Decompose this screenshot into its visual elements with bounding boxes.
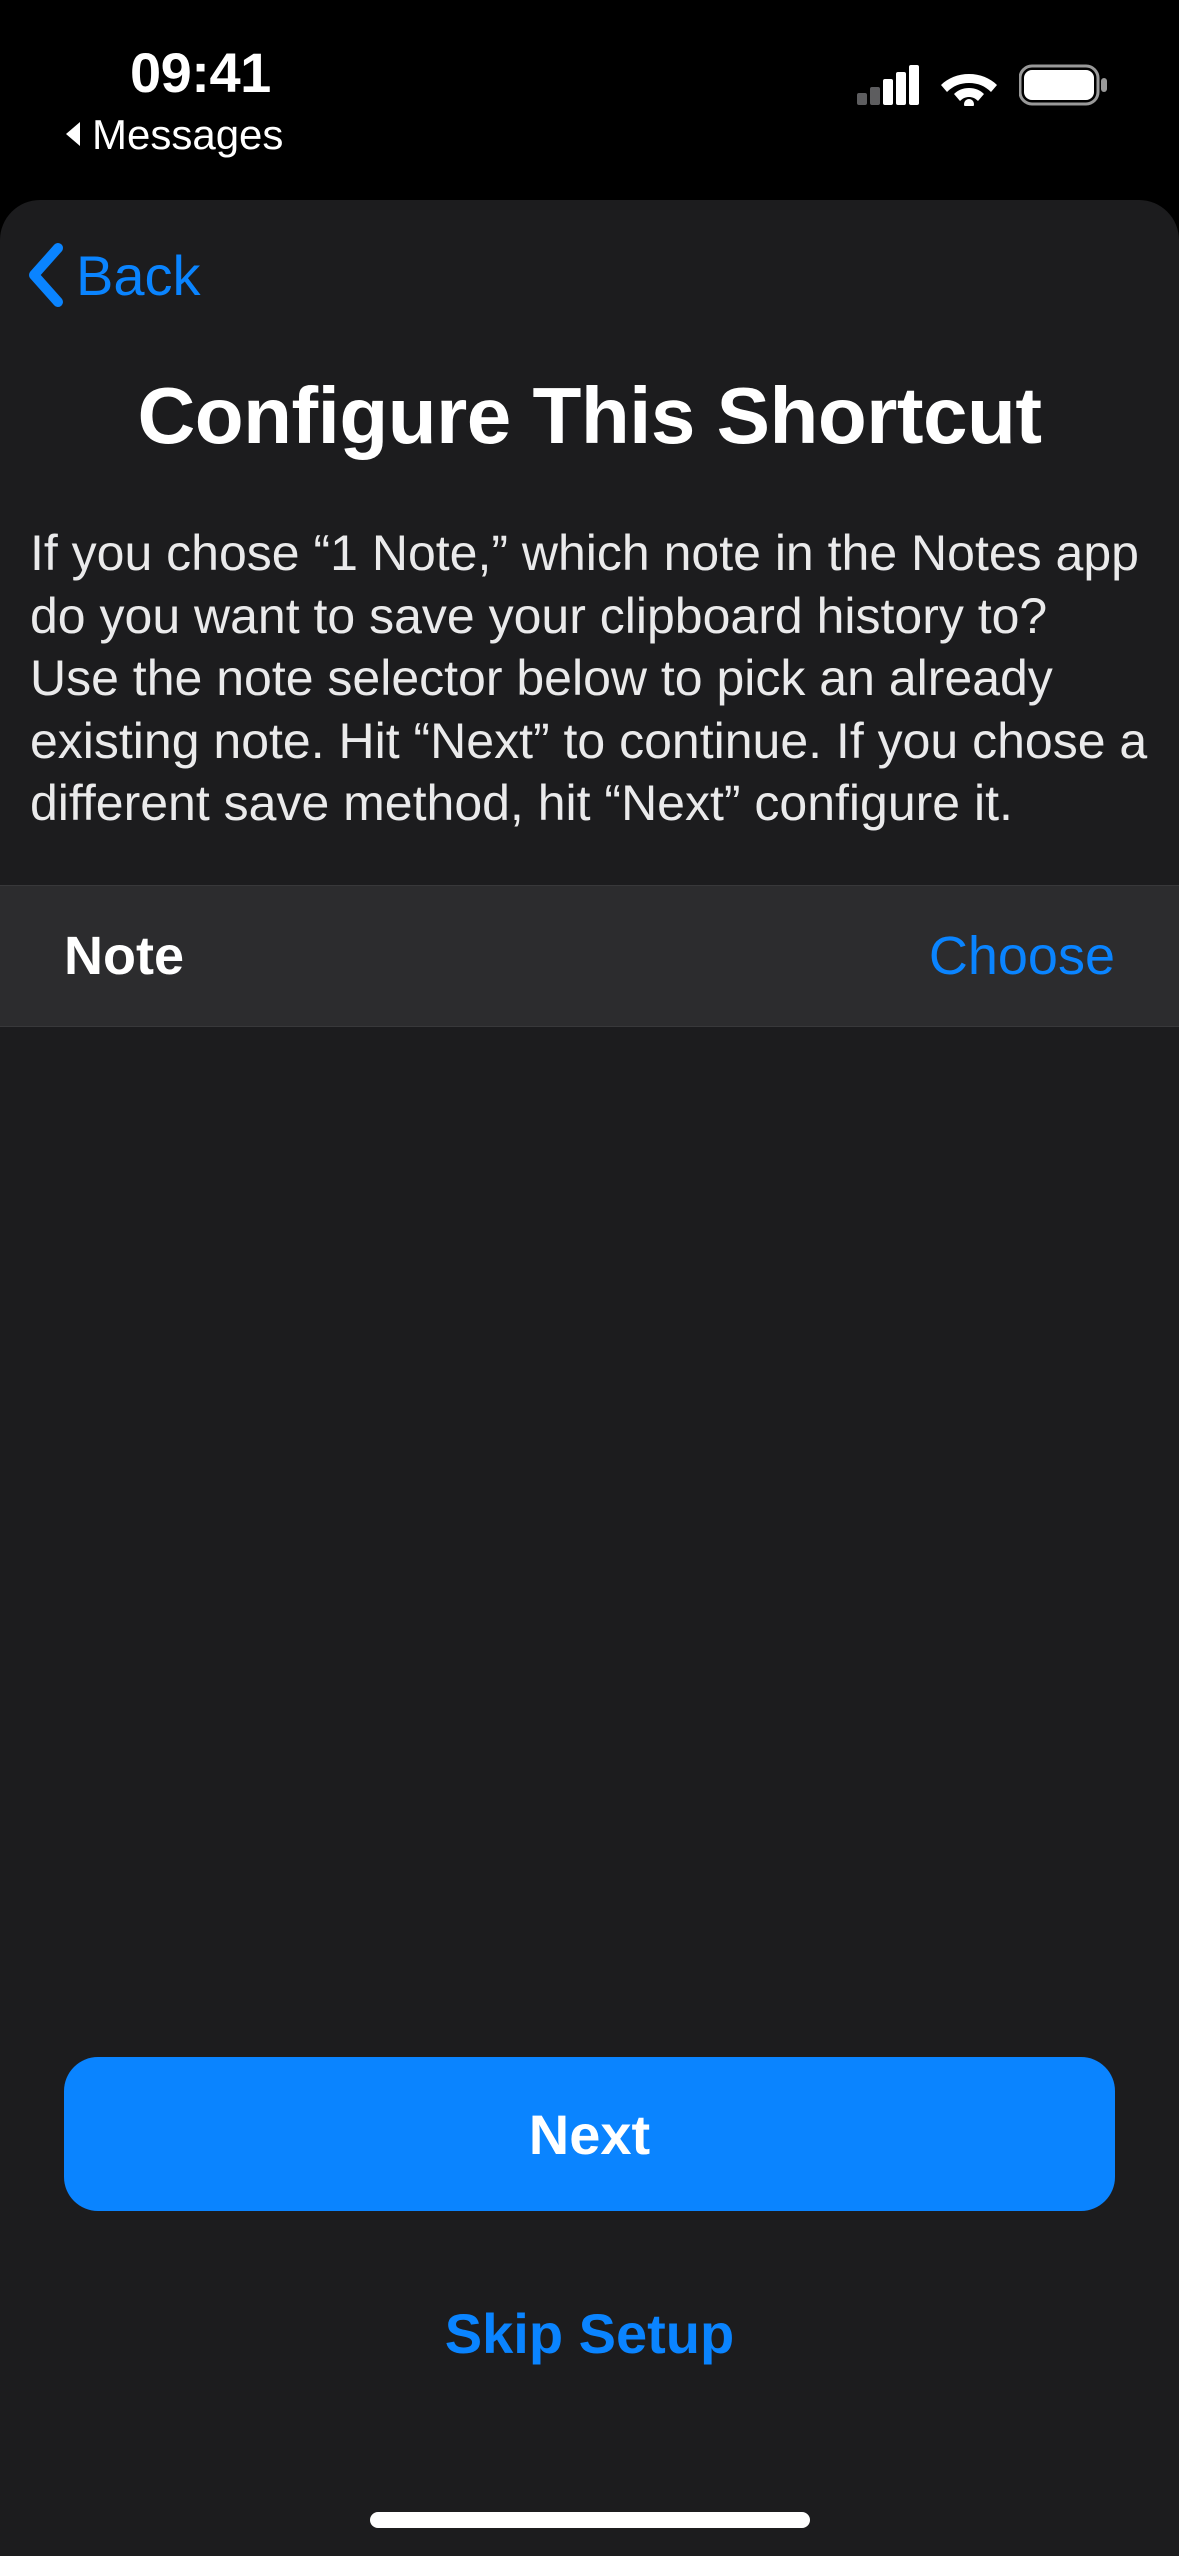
chevron-left-icon	[24, 242, 66, 308]
breadcrumb-label: Messages	[92, 111, 283, 159]
choose-button[interactable]: Choose	[929, 925, 1115, 987]
status-left: 09:41 Messages	[60, 40, 283, 159]
next-button[interactable]: Next	[64, 2057, 1115, 2211]
home-indicator[interactable]	[370, 2512, 810, 2528]
caret-left-icon	[60, 111, 84, 159]
note-selector-row[interactable]: Note Choose	[0, 886, 1179, 1026]
breadcrumb-return[interactable]: Messages	[60, 111, 283, 159]
back-label: Back	[76, 243, 201, 308]
status-bar: 09:41 Messages	[0, 0, 1179, 170]
page-description: If you chose “1 Note,” which note in the…	[0, 522, 1179, 885]
bottom-button-area: Next Skip Setup	[0, 2057, 1179, 2556]
modal-sheet: Back Configure This Shortcut If you chos…	[0, 200, 1179, 2556]
skip-setup-button[interactable]: Skip Setup	[64, 2281, 1115, 2386]
page-title: Configure This Shortcut	[0, 350, 1179, 522]
cellular-signal-icon	[857, 65, 919, 105]
note-row-label: Note	[64, 925, 184, 987]
nav-bar: Back	[0, 200, 1179, 350]
status-right	[857, 40, 1119, 106]
wifi-icon	[941, 64, 997, 106]
status-time: 09:41	[130, 40, 271, 105]
form-row-group: Note Choose	[0, 885, 1179, 1027]
battery-icon	[1019, 64, 1109, 106]
back-button[interactable]: Back	[24, 242, 201, 308]
